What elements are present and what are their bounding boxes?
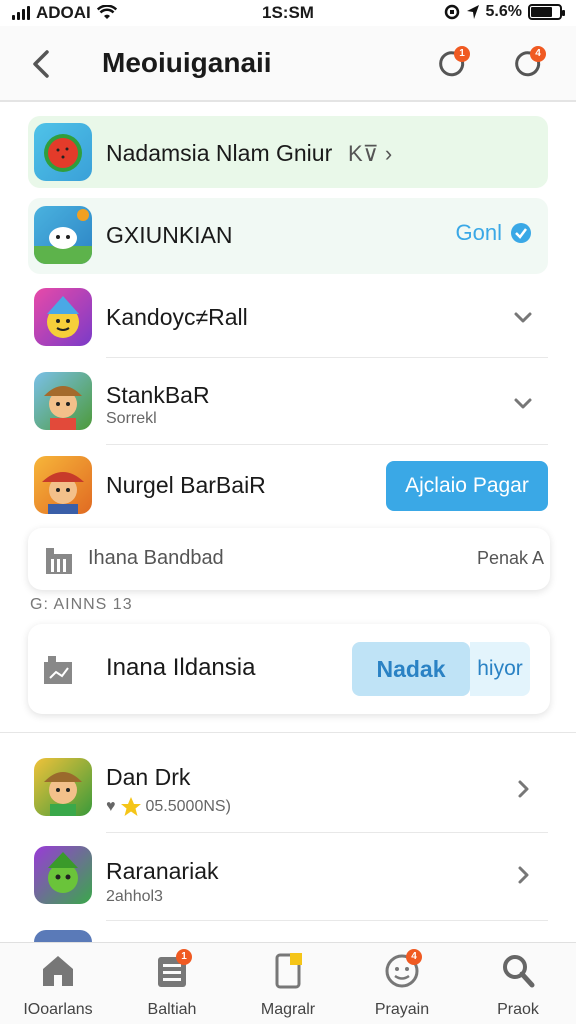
app-icon-farmer-boy (34, 758, 92, 816)
list-item[interactable]: StankBaR Sorrekl (28, 364, 548, 442)
action-link[interactable]: Gonl (456, 220, 532, 246)
list-item[interactable]: Nurgel BarBaiR Ajclaio Pagar (28, 452, 548, 520)
back-button[interactable] (26, 44, 56, 84)
list-item-highlighted[interactable]: Nadamsia Nlam Gniur K⊽ › (28, 116, 548, 188)
notification-button-1[interactable]: 1 (436, 46, 470, 80)
list-item[interactable]: Kandoyc≠Rall (28, 282, 548, 354)
app-icon-character (34, 288, 92, 346)
action-label: Gonl (455, 220, 502, 245)
location-icon (466, 5, 479, 19)
list-item-title: Raranariak (106, 858, 219, 884)
list-item-title: StankBaR (106, 382, 210, 408)
chevron-right-icon[interactable] (512, 778, 534, 800)
app-icon-farmer (34, 372, 92, 430)
list-item-title: Dan Drk (106, 764, 191, 790)
tab-label: Magralr (260, 1001, 316, 1018)
check-circle-icon (511, 223, 531, 243)
battery-icon (528, 4, 565, 20)
feature-secondary-button[interactable]: hiyor (470, 642, 530, 696)
search-icon (503, 955, 535, 988)
list-item-title: GXIUNKIAN (106, 222, 233, 248)
app-icon-watermelon (34, 123, 92, 181)
chevron-left-icon (33, 50, 49, 78)
app-icon-partial (34, 930, 92, 942)
list-item-trailing: K⊽ › (348, 141, 393, 166)
heart-icon: ♥ (106, 798, 116, 815)
notification-badge: 1 (454, 46, 470, 62)
tab-label: Prayain (374, 1001, 430, 1018)
app-icon-hat-character (34, 456, 92, 514)
navigation-bar: Meoiuiganaii 1 4 (0, 26, 576, 102)
section-separator (0, 732, 576, 733)
list-item[interactable]: Dan Drk ♥ 05.5000NS) (28, 752, 548, 826)
feature-title: Inana Ildansia (106, 654, 256, 681)
list-item-title: Nurgel BarBaiR (106, 472, 266, 498)
document-icon (275, 953, 302, 989)
lock-rotation-icon (444, 4, 459, 20)
building-icon (46, 548, 72, 574)
list-item-subtitle: 05.5000NS) (145, 798, 231, 815)
battery-percent: 5.6% (485, 3, 522, 20)
tab-bar: IOoarlans 1 Baltiah Magralr 4 Prayain Pr… (0, 942, 576, 1024)
tab-profile[interactable]: 4 Prayain (352, 949, 452, 1019)
page-title: Meoiuiganaii (102, 47, 272, 78)
rating-row: ♥ 05.5000NS) (106, 796, 231, 818)
status-bar: ADOAI 1S:SM 5.6% (0, 0, 576, 26)
tab-list[interactable]: 1 Baltiah (122, 949, 222, 1019)
tab-home[interactable]: IOoarlans (8, 951, 108, 1019)
divider (106, 357, 548, 358)
tab-badge: 4 (406, 949, 422, 965)
list-item[interactable]: Raranariak 2ahhol3 (28, 838, 548, 914)
divider (106, 444, 548, 445)
chevron-down-icon[interactable] (512, 392, 534, 414)
primary-action-button[interactable]: Ajclaio Pagar (386, 461, 548, 511)
chevron-right-icon[interactable] (512, 864, 534, 886)
tab-document[interactable]: Magralr (238, 951, 338, 1019)
notification-button-2[interactable]: 4 (512, 46, 546, 80)
list-item-subtitle: Sorrekl (106, 410, 157, 427)
section-label: G: AINNS 13 (30, 596, 133, 613)
feature-card: Inana Ildansia Nadak hiyor (28, 624, 550, 714)
search-label: Ihana Bandbad (88, 547, 224, 569)
app-icon-cloud (34, 206, 92, 264)
tab-label: IOoarlans (23, 1001, 93, 1018)
list-item-title: Nadamsia Nlam Gniur (106, 140, 333, 166)
home-icon (43, 956, 73, 986)
list-item[interactable]: GXIUNKIAN Gonl (28, 198, 548, 274)
app-icon-green-creature (34, 846, 92, 904)
notification-badge: 4 (530, 46, 546, 62)
search-card[interactable]: Ihana Bandbad Penak A (28, 528, 550, 590)
divider (106, 832, 548, 833)
tab-label: Baltiah (147, 1001, 197, 1018)
divider (106, 920, 548, 921)
list-item-title: Kandoyc≠Rall (106, 304, 248, 330)
tab-badge: 1 (176, 949, 192, 965)
tab-label: Praok (497, 1001, 539, 1018)
status-right: 5.6% (444, 3, 565, 21)
feature-primary-button[interactable]: Nadak (352, 642, 470, 696)
tab-search[interactable]: Praok (468, 951, 568, 1019)
star-icon (120, 797, 141, 816)
list-item-subtitle: 2ahhol3 (106, 888, 163, 905)
chevron-down-icon[interactable] (512, 306, 534, 328)
chart-board-icon (44, 656, 72, 684)
search-trailing: Penak A (476, 548, 544, 568)
